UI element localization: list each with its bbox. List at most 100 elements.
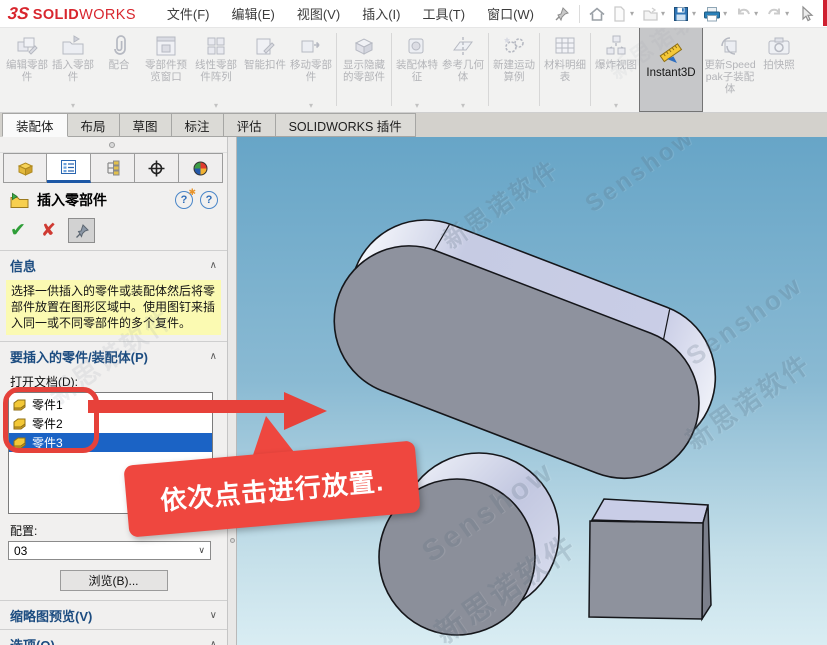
tab-dimxpert-manager[interactable] xyxy=(135,153,179,183)
list-item-part1[interactable]: 零件1 xyxy=(9,395,212,414)
assembly-features-icon xyxy=(404,32,430,59)
ribbon-item-update-speedpak[interactable]: 更新Speedpak子装配体 xyxy=(703,27,757,112)
show-hidden-components-icon xyxy=(351,32,377,59)
browse-button[interactable]: 浏览(B)... xyxy=(60,570,168,591)
open-dropdown-icon[interactable]: ▾ xyxy=(661,9,665,18)
pushpin-icon xyxy=(74,223,90,239)
tab-solidworks-addins[interactable]: SOLIDWORKS 插件 xyxy=(276,113,416,137)
home-icon[interactable] xyxy=(586,4,608,24)
property-manager-icon xyxy=(59,158,78,176)
cursor-icon[interactable] xyxy=(794,4,816,24)
panel-vertical-splitter[interactable] xyxy=(227,137,237,645)
tab-property-manager[interactable] xyxy=(47,153,91,183)
ribbon-item-edit-component[interactable]: 编辑零部件 xyxy=(4,27,50,112)
chevron-down-icon[interactable]: ▾ xyxy=(71,101,75,112)
ribbon-item-show-hidden-components[interactable]: 显示隐藏的零部件 xyxy=(339,27,389,112)
new-document-dropdown-icon[interactable]: ▾ xyxy=(630,9,634,18)
cancel-button[interactable]: ✘ xyxy=(41,220,56,241)
tab-layout[interactable]: 布局 xyxy=(68,113,120,137)
mate-icon xyxy=(106,32,132,59)
menu-window[interactable]: 窗口(W) xyxy=(476,0,545,27)
part-icon xyxy=(13,436,27,449)
tab-display-manager[interactable] xyxy=(179,153,223,183)
options-section-header[interactable]: 选项(O) ∧ xyxy=(0,630,227,645)
ribbon-item-assembly-features[interactable]: 装配体特征 ▾ xyxy=(394,27,440,112)
redo-dropdown-icon[interactable]: ▾ xyxy=(785,9,789,18)
info-section-header[interactable]: 信息 ∧ xyxy=(0,251,227,279)
undo-icon[interactable] xyxy=(732,4,754,24)
menu-view[interactable]: 视图(V) xyxy=(286,0,351,27)
tab-assembly[interactable]: 装配体 xyxy=(2,113,68,137)
tab-evaluate[interactable]: 评估 xyxy=(224,113,276,137)
part-icon xyxy=(13,417,27,430)
menu-insert[interactable]: 插入(I) xyxy=(351,0,411,27)
menu-bar: 3S SOLIDWORKS 文件(F) 编辑(E) 视图(V) 插入(I) 工具… xyxy=(0,0,827,28)
menu-tools[interactable]: 工具(T) xyxy=(411,0,476,27)
tab-markup[interactable]: 标注 xyxy=(172,113,224,137)
open-documents-label: 打开文档(D): xyxy=(0,370,227,392)
manager-tab-strip xyxy=(0,153,227,183)
chevron-down-icon[interactable]: ▾ xyxy=(614,101,618,112)
ribbon-toolbar: 新思诺软件 编辑零部件 插入零部件 ▾ 配合 零部件预览窗口 线性零部件阵列 ▾… xyxy=(0,27,827,113)
list-item-label: 零件3 xyxy=(32,434,63,451)
redo-icon[interactable] xyxy=(763,4,785,24)
list-item-part2[interactable]: 零件2 xyxy=(9,414,212,433)
ribbon-item-exploded-view[interactable]: 爆炸视图 ▾ xyxy=(593,27,639,112)
part-icon xyxy=(13,398,27,411)
tab-sketch[interactable]: 草图 xyxy=(120,113,172,137)
thumbnail-preview-section-header[interactable]: 缩略图预览(V) ∨ xyxy=(0,601,227,629)
ribbon-item-insert-component[interactable]: 插入零部件 ▾ xyxy=(50,27,96,112)
ribbon-separator xyxy=(488,33,489,106)
new-motion-study-icon xyxy=(501,32,527,59)
panel-horizontal-splitter[interactable] xyxy=(0,137,227,153)
ribbon-item-smart-fasteners[interactable]: 智能扣件 xyxy=(242,27,288,112)
linear-component-pattern-icon xyxy=(203,32,229,59)
menu-edit[interactable]: 编辑(E) xyxy=(221,0,286,27)
chevron-up-icon: ∧ xyxy=(210,351,217,362)
ribbon-item-new-motion-study[interactable]: 新建运动算例 xyxy=(491,27,537,112)
configuration-label: 配置: xyxy=(0,519,227,541)
ribbon-item-mate[interactable]: 配合 xyxy=(96,27,142,112)
print-icon[interactable] xyxy=(701,4,723,24)
menu-file[interactable]: 文件(F) xyxy=(156,0,221,27)
configuration-dropdown[interactable]: 03 ∨ xyxy=(8,541,211,560)
open-icon[interactable] xyxy=(639,4,661,24)
bill-of-materials-icon xyxy=(552,32,578,59)
edit-component-icon xyxy=(14,32,40,59)
chevron-down-icon[interactable]: ▾ xyxy=(415,101,419,112)
tab-feature-manager-tree[interactable] xyxy=(3,153,47,183)
ok-button[interactable]: ✔ xyxy=(10,219,26,242)
property-manager-actions: ✔ ✘ xyxy=(0,215,227,250)
ribbon-item-move-component[interactable]: 移动零部件 ▾ xyxy=(288,27,334,112)
tab-configuration-manager[interactable] xyxy=(91,153,135,183)
move-component-icon xyxy=(298,32,324,59)
chevron-down-icon[interactable]: ▾ xyxy=(461,101,465,112)
save-icon[interactable] xyxy=(670,4,692,24)
chevron-down-icon[interactable]: ▾ xyxy=(214,101,218,112)
model-cube xyxy=(589,499,711,619)
ribbon-item-component-preview-window[interactable]: 零部件预览窗口 xyxy=(142,27,190,112)
save-dropdown-icon[interactable]: ▾ xyxy=(692,9,696,18)
ribbon-item-linear-component-pattern[interactable]: 线性零部件阵列 ▾ xyxy=(190,27,242,112)
keep-visible-pin-button[interactable] xyxy=(68,218,95,243)
print-dropdown-icon[interactable]: ▾ xyxy=(723,9,727,18)
ribbon-item-bill-of-materials[interactable]: 材料明细表 xyxy=(542,27,588,112)
chevron-down-icon[interactable]: ▾ xyxy=(309,101,313,112)
ribbon-item-instant3d[interactable]: Instant3D xyxy=(639,27,703,112)
whats-new-help-icon[interactable]: ?✱ xyxy=(175,191,193,209)
splitter-handle[interactable] xyxy=(230,538,235,543)
snapshot-icon xyxy=(766,32,792,59)
pin-icon[interactable] xyxy=(551,4,573,24)
insert-section-header[interactable]: 要插入的零件/装配体(P) ∧ xyxy=(0,342,227,370)
help-icon[interactable]: ? xyxy=(200,191,218,209)
feature-manager-tree-icon xyxy=(16,159,35,177)
open-documents-list[interactable]: 零件1 零件2 零件3 xyxy=(8,392,213,514)
ribbon-item-reference-geometry[interactable]: 参考几何体 ▾ xyxy=(440,27,486,112)
undo-dropdown-icon[interactable]: ▾ xyxy=(754,9,758,18)
splitter-handle[interactable] xyxy=(109,142,115,148)
graphics-viewport[interactable]: Senshow 新思诺软件 Senshow 新思诺软件 Senshow 新思诺软… xyxy=(237,137,827,645)
configuration-value: 03 xyxy=(14,544,27,558)
ribbon-item-snapshot[interactable]: 拍快照 xyxy=(757,27,801,112)
new-document-icon[interactable] xyxy=(608,4,630,24)
list-item-part3-selected[interactable]: 零件3 xyxy=(9,433,212,452)
